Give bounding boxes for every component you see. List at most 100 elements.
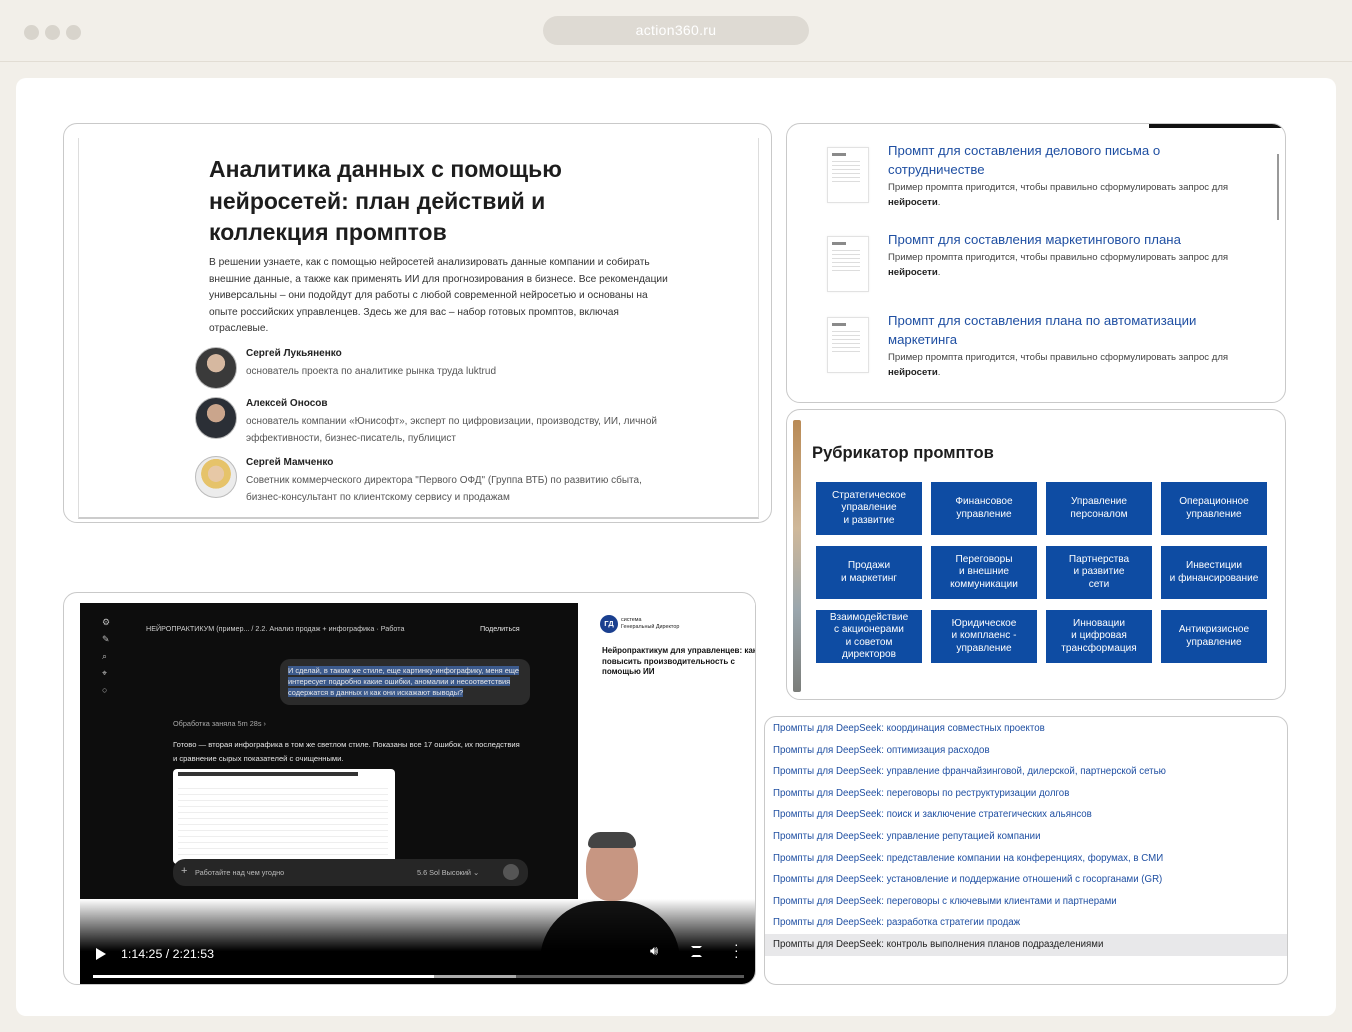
deepseek-link[interactable]: Промпты для DeepSeek: представление комп… (765, 848, 1287, 870)
rubric-button-shareholders[interactable]: Взаимодействие с акционерами и советом д… (816, 610, 922, 663)
prompt-description-text: Пример промпта пригодится, чтобы правиль… (888, 182, 1229, 193)
prompt-description-bold: нейросети (888, 196, 938, 208)
close-window-dot[interactable] (24, 25, 39, 40)
author-item: Сергей Лукьяненко основатель проекта по … (195, 347, 675, 393)
prompt-description: Пример промпта пригодится, чтобы правиль… (888, 351, 1258, 380)
document-thumbnail (827, 317, 869, 373)
prompt-description: Пример промпта пригодится, чтобы правиль… (888, 251, 1258, 280)
rubric-button-operations[interactable]: Операционное управление (1161, 482, 1267, 535)
prompt-description-end: . (937, 196, 941, 208)
document-thumbnail (827, 236, 869, 292)
user-message-text: И сделай, в таком же стиле, еще картинку… (288, 666, 519, 698)
rubric-button-anticrisis[interactable]: Антикризисное управление (1161, 610, 1267, 663)
author-name: Алексей Оносов (246, 398, 328, 409)
rubric-button-sales[interactable]: Продажи и маркетинг (816, 546, 922, 599)
rubric-button-hr[interactable]: Управление персоналом (1046, 482, 1152, 535)
deepseek-link[interactable]: Промпты для DeepSeek: контроль выполнени… (765, 934, 1287, 956)
article-description: В решении узнаете, как с помощью нейросе… (209, 257, 668, 335)
rubricator-card: Рубрикатор промптов Стратегическое управ… (786, 409, 1286, 700)
new-chat-icon: ✎ (102, 634, 110, 644)
video-screen-recording: ⚙ ✎ ⌕ ⌖ ○ НЕЙРОПРАКТИКУМ (пример... / 2.… (80, 603, 578, 899)
assistant-answer: Готово — вторая инфографика в том же све… (173, 740, 520, 763)
author-role: основатель проекта по аналитике рынка тр… (246, 366, 497, 377)
rubricator-title: Рубрикатор промптов (812, 443, 994, 462)
address-bar[interactable]: action360.ru (543, 16, 809, 45)
rubric-button-investments[interactable]: Инвестиции и финансирование (1161, 546, 1267, 599)
prompt-description-text: Пример промпта пригодится, чтобы правиль… (888, 252, 1229, 263)
send-icon (503, 864, 519, 880)
chat-bubble-icon: ○ (102, 685, 108, 695)
video-player[interactable]: ⚙ ✎ ⌕ ⌖ ○ НЕЙРОПРАКТИКУМ (пример... / 2.… (80, 603, 756, 984)
rubric-button-negotiations[interactable]: Переговоры и внешние коммуникации (931, 546, 1037, 599)
brand-line-1: система (621, 617, 642, 623)
search-icon: ⌕ (102, 651, 108, 661)
author-name: Сергей Лукьяненко (246, 348, 342, 359)
prompt-title-link[interactable]: Промпт для составления маркетингового пл… (888, 230, 1218, 249)
infographic-header (178, 772, 358, 776)
rubric-button-partnerships[interactable]: Партнерства и развитие сети (1046, 546, 1152, 599)
avatar (195, 347, 237, 389)
deepseek-link[interactable]: Промпты для DeepSeek: координация совмес… (765, 718, 1287, 740)
video-time: 1:14:25 / 2:21:53 (121, 947, 215, 961)
document-thumbnail (827, 147, 869, 203)
prompt-description-bold: нейросети (888, 266, 938, 278)
maximize-window-dot[interactable] (66, 25, 81, 40)
video-card: ⚙ ✎ ⌕ ⌖ ○ НЕЙРОПРАКТИКУМ (пример... / 2.… (63, 592, 756, 985)
plus-icon: + (181, 865, 188, 877)
prompt-description-end: . (937, 366, 941, 378)
article-title: Аналитика данных с помощью нейросетей: п… (209, 156, 562, 245)
browser-chrome: action360.ru (0, 0, 1352, 62)
deepseek-link[interactable]: Промпты для DeepSeek: переговоры с ключе… (765, 891, 1287, 913)
rubric-button-finance[interactable]: Финансовое управление (931, 482, 1037, 535)
deepseek-link[interactable]: Промпты для DeepSeek: управление репутац… (765, 826, 1287, 848)
decorative-image-edge (793, 420, 801, 692)
slide-title: Нейропрактикум для управленцев: как повы… (602, 646, 756, 677)
prompt-title-link[interactable]: Промпт для составления делового письма о… (888, 141, 1218, 179)
app-logo-icon: ⚙ (102, 617, 111, 627)
fullscreen-icon[interactable] (691, 946, 702, 957)
author-role: Советник коммерческого директора "Первог… (246, 475, 642, 503)
video-progress-bar[interactable] (93, 975, 744, 978)
avatar (195, 456, 237, 498)
video-buffer (93, 975, 517, 978)
pin-icon: ⌖ (102, 668, 108, 678)
play-icon[interactable] (96, 948, 106, 960)
rubric-button-innovation[interactable]: Инновации и цифровая трансформация (1046, 610, 1152, 663)
rubric-button-strategy[interactable]: Стратегическое управление и развитие (816, 482, 922, 535)
deepseek-link[interactable]: Промпты для DeepSeek: оптимизация расход… (765, 740, 1287, 762)
more-options-icon[interactable]: · · · (734, 937, 740, 963)
app-sidebar: ⚙ ✎ ⌕ ⌖ ○ (98, 617, 120, 893)
prompt-list-card: Промпт для составления делового письма о… (786, 123, 1286, 403)
author-role: основатель компании «Юнисофт», эксперт п… (246, 416, 657, 444)
composer-placeholder: Работайте над чем угодно (195, 868, 285, 877)
brand-line-2: Генеральный Директор (621, 624, 680, 630)
breadcrumb: НЕЙРОПРАКТИКУМ (пример... / 2.2. Анализ … (146, 624, 405, 633)
prompt-description: Пример промпта пригодится, чтобы правиль… (888, 181, 1258, 210)
brand-logo: ГД (600, 615, 618, 633)
brand-name: система Генеральный Директор (621, 617, 679, 631)
avatar (195, 397, 237, 439)
prompt-description-text: Пример промпта пригодится, чтобы правиль… (888, 352, 1229, 363)
prompt-description-end: . (937, 266, 941, 278)
processing-time: Обработка заняла 5m 28s › (173, 719, 266, 728)
deepseek-link[interactable]: Промпты для DeepSeek: управление франчай… (765, 761, 1287, 783)
volume-icon[interactable]: 🔊︎ (650, 943, 658, 959)
deepseek-link[interactable]: Промпты для DeepSeek: поиск и заключение… (765, 804, 1287, 826)
infographic-thumbnail (173, 769, 395, 864)
presenter-hair (588, 832, 636, 848)
deepseek-link[interactable]: Промпты для DeepSeek: разработка стратег… (765, 912, 1287, 934)
deepseek-link[interactable]: Промпты для DeepSeek: переговоры по рест… (765, 783, 1287, 805)
rubric-button-legal[interactable]: Юридическое и комплаенс - управление (931, 610, 1037, 663)
user-message: И сделай, в таком же стиле, еще картинку… (280, 659, 530, 705)
controls-gradient (80, 899, 755, 984)
scrollbar[interactable] (1277, 154, 1279, 220)
scroll-top-bar (1149, 124, 1285, 128)
prompt-title-link[interactable]: Промпт для составления плана по автомати… (888, 311, 1218, 349)
minimize-window-dot[interactable] (45, 25, 60, 40)
rubricator-grid: Стратегическое управление и развитие Фин… (816, 482, 1268, 663)
article-inner: Аналитика данных с помощью нейросетей: п… (78, 138, 759, 519)
deepseek-link[interactable]: Промпты для DeepSeek: установление и под… (765, 869, 1287, 891)
window-controls (24, 25, 81, 40)
article-card: Аналитика данных с помощью нейросетей: п… (63, 123, 772, 523)
author-item: Сергей Мамченко Советник коммерческого д… (195, 456, 675, 503)
